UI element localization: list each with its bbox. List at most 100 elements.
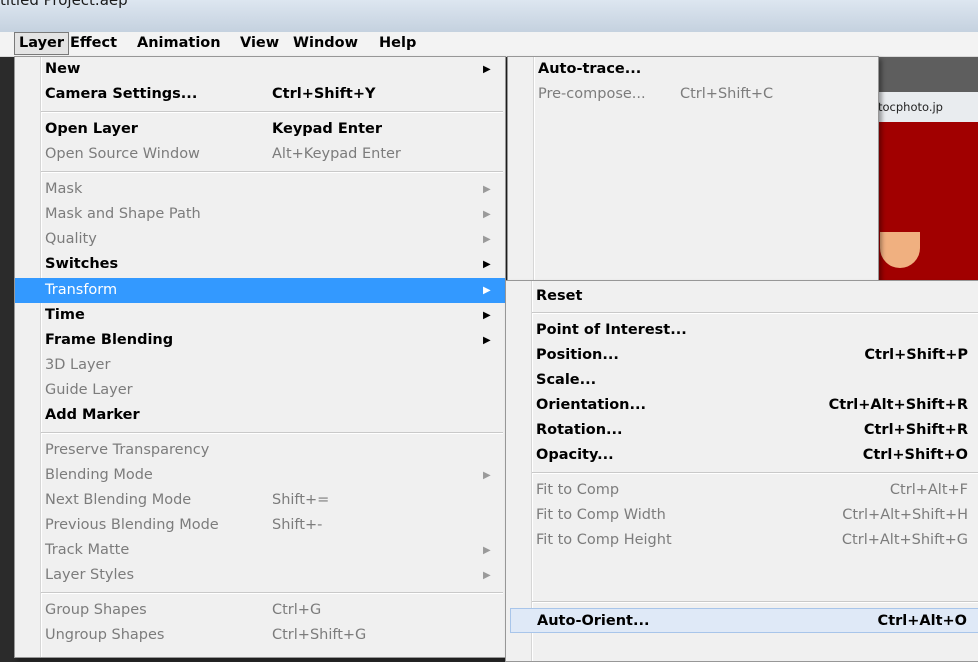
layer-menu-item-camera-settings[interactable]: Camera Settings... Ctrl+Shift+Y [15,82,505,107]
layer-menu-item-label: Frame Blending [45,332,174,348]
submenu-arrow-icon: ▶ [483,285,491,296]
transform-submenu-item-rotation[interactable]: Rotation... Ctrl+Shift+R [506,418,978,443]
layer-menu-item-transform[interactable]: Transform ▶ [15,278,505,303]
layer-menu-item-layer-styles: Layer Styles ▶ [15,563,505,588]
transform-submenu-item-fit-to-comp-width: Fit to Comp Width Ctrl+Alt+Shift+H [506,503,978,528]
menu-effect[interactable]: Effect [66,33,121,54]
layer-menu-item-shortcut: Alt+Keypad Enter [272,146,401,162]
layer-menu-item-add-marker[interactable]: Add Marker [15,403,505,428]
transform-submenu-item-label: Scale... [536,372,597,388]
layer-menu-item-group-shapes: Group Shapes Ctrl+G [15,598,505,623]
layer-menu-item-blending-mode: Blending Mode ▶ [15,463,505,488]
submenu-arrow-icon: ▶ [483,335,491,346]
layer-menu-item-next-blending-mode: Next Blending Mode Shift+= [15,488,505,513]
new-submenu-item-label: Pre-compose... [538,86,646,102]
new-submenu-item-pre-compose: Pre-compose... Ctrl+Shift+C [508,82,878,107]
layer-menu-item-label: 3D Layer [45,357,111,373]
layer-menu-item-label: Mask and Shape Path [45,206,201,222]
layer-menu-item-open-source-window: Open Source Window Alt+Keypad Enter [15,142,505,167]
layer-menu-item-label: Preserve Transparency [45,442,210,458]
submenu-arrow-icon: ▶ [483,64,491,75]
submenu-arrow-icon: ▶ [483,184,491,195]
transform-submenu-item-shortcut: Ctrl+Shift+R [863,422,968,438]
submenu-arrow-icon: ▶ [483,234,491,245]
submenu-arrow-icon: ▶ [483,545,491,556]
layer-menu-item-label: Group Shapes [45,602,147,618]
layer-menu-item-shortcut: Keypad Enter [272,121,383,137]
transform-submenu-item-shortcut: Ctrl+Shift+P [864,347,968,363]
layer-menu-item-ungroup-shapes: Ungroup Shapes Ctrl+Shift+G [15,623,505,648]
transform-submenu-item-shortcut: Ctrl+Alt+Shift+R [828,397,968,413]
new-submenu-item-shortcut: Ctrl+Shift+C [680,86,774,102]
footage-tab[interactable]: tocphoto.jp [876,92,978,122]
layer-menu-item-switches[interactable]: Switches ▶ [15,252,505,277]
layer-menu-item-label: Add Marker [45,407,140,423]
layer-menu-separator [41,171,503,173]
layer-menu-item-mask: Mask ▶ [15,177,505,202]
submenu-arrow-icon: ▶ [483,310,491,321]
transform-submenu-item-label: Fit to Comp Width [536,507,666,523]
layer-menu-item-shortcut: Ctrl+Shift+G [272,627,367,643]
submenu-arrow-icon: ▶ [483,259,491,270]
layer-menu-item-label: New [45,61,81,77]
transform-submenu-item-auto-orient[interactable]: Auto-Orient... Ctrl+Alt+O [510,608,978,633]
transform-submenu-item-shortcut: Ctrl+Shift+O [862,447,968,463]
layer-menu-item-label: Open Layer [45,121,138,137]
layer-menu-item-previous-blending-mode: Previous Blending Mode Shift+- [15,513,505,538]
layer-menu-item-preserve-transparency: Preserve Transparency [15,438,505,463]
layer-menu-item-new[interactable]: New ▶ [15,57,505,82]
layer-menu-item-label: Layer Styles [45,567,135,583]
layer-menu-item-guide-layer: Guide Layer [15,378,505,403]
layer-menu-item-label: Next Blending Mode [45,492,192,508]
transform-submenu: Reset Point of Interest... Position... Ctrl… [505,280,978,662]
layer-menu-item-label: Mask [45,181,83,197]
layer-menu: New ▶ Camera Settings... Ctrl+Shift+Y Open L… [14,56,506,658]
layer-menu-item-shortcut: Shift+- [272,517,323,533]
transform-submenu-item-scale[interactable]: Scale... [506,368,978,393]
transform-submenu-item-label: Auto-Orient... [537,613,650,629]
layer-menu-item-open-layer[interactable]: Open Layer Keypad Enter [15,117,505,142]
layer-menu-separator [41,592,503,594]
transform-submenu-item-orientation[interactable]: Orientation... Ctrl+Alt+Shift+R [506,393,978,418]
menu-animation[interactable]: Animation [133,33,225,54]
layer-menu-item-shortcut: Shift+= [272,492,330,508]
menu-layer[interactable]: Layer [14,32,70,55]
menu-view[interactable]: View [236,33,283,54]
transform-submenu-separator [532,312,978,314]
layer-menu-item-shortcut: Ctrl+G [272,602,322,618]
layer-menu-item-shortcut: Ctrl+Shift+Y [272,86,376,102]
transform-submenu-separator [532,472,978,474]
transform-submenu-item-label: Point of Interest... [536,322,687,338]
menu-help[interactable]: Help [375,33,420,54]
layer-menu-item-label: Open Source Window [45,146,200,162]
layer-menu-item-label: Time [45,307,85,323]
transform-submenu-item-shortcut: Ctrl+Alt+F [889,482,968,498]
transform-submenu-separator [532,601,978,603]
layer-menu-item-time[interactable]: Time ▶ [15,303,505,328]
layer-menu-item-label: Blending Mode [45,467,153,483]
transform-submenu-item-shortcut: Ctrl+Alt+Shift+G [841,532,968,548]
layer-menu-item-3d-layer: 3D Layer [15,353,505,378]
layer-menu-item-frame-blending[interactable]: Frame Blending ▶ [15,328,505,353]
transform-submenu-item-position[interactable]: Position... Ctrl+Shift+P [506,343,978,368]
transform-submenu-item-reset[interactable]: Reset [506,284,978,309]
menu-window[interactable]: Window [289,33,362,54]
menu-bar: Layer Effect Animation View Window Help [0,32,978,57]
transform-submenu-item-label: Rotation... [536,422,623,438]
transform-submenu-item-label: Fit to Comp Height [536,532,672,548]
new-submenu-item-label: Auto-trace... [538,61,642,77]
transform-submenu-item-fit-to-comp: Fit to Comp Ctrl+Alt+F [506,478,978,503]
new-submenu: Auto-trace... Pre-compose... Ctrl+Shift+C [507,56,879,284]
layer-menu-separator [41,432,503,434]
transform-submenu-item-shortcut: Ctrl+Alt+O [877,613,967,629]
layer-menu-item-label: Camera Settings... [45,86,198,102]
layer-menu-item-quality: Quality ▶ [15,227,505,252]
layer-menu-item-mask-and-shape-path: Mask and Shape Path ▶ [15,202,505,227]
layer-menu-item-label: Track Matte [45,542,130,558]
layer-menu-item-label: Switches [45,256,119,272]
new-submenu-item-auto-trace[interactable]: Auto-trace... [508,57,878,82]
transform-submenu-item-opacity[interactable]: Opacity... Ctrl+Shift+O [506,443,978,468]
transform-submenu-item-label: Orientation... [536,397,647,413]
transform-submenu-item-point-of-interest[interactable]: Point of Interest... [506,318,978,343]
layer-menu-item-label: Previous Blending Mode [45,517,219,533]
